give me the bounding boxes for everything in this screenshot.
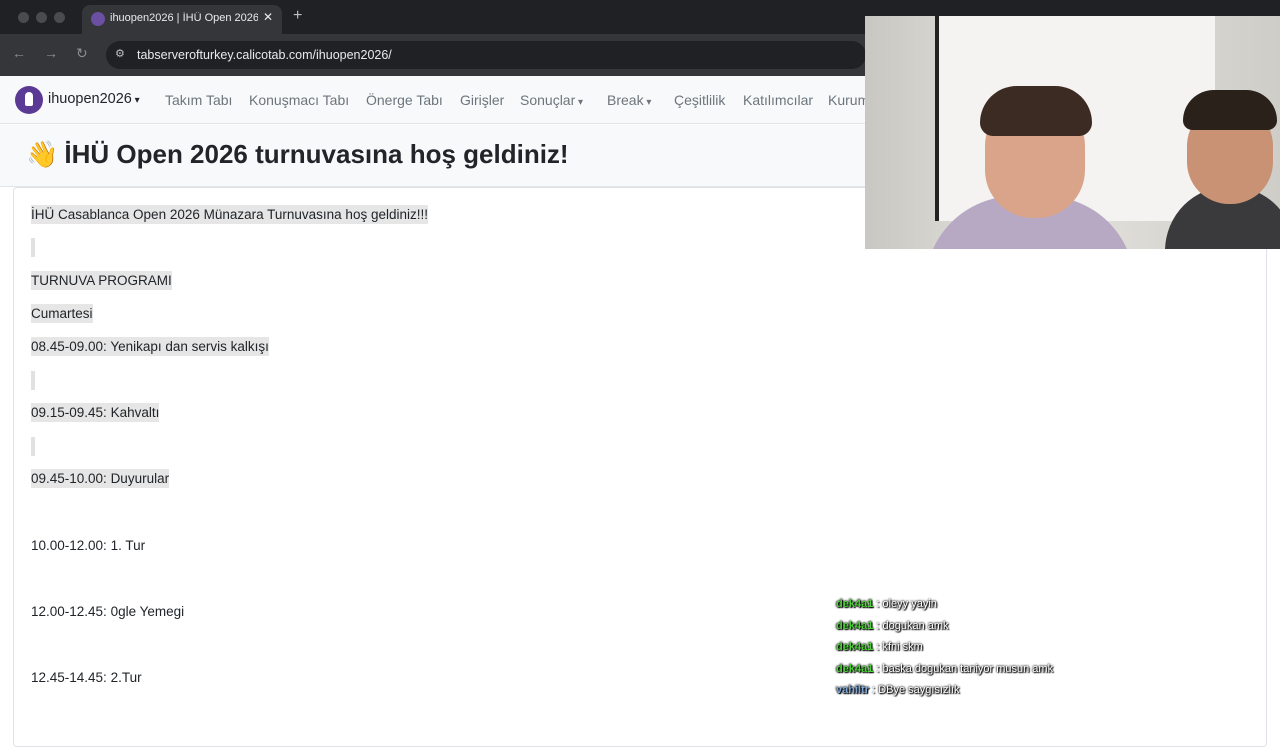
- chat-message: dek4a1 : oleyy yayin: [836, 598, 1256, 620]
- chat-message: dek4a1 : kfni skm: [836, 641, 1256, 663]
- window-close-button[interactable]: [18, 12, 29, 23]
- chat-text: : baska dogukan taniyor musun amk: [876, 662, 1054, 675]
- empty-line-marker: [31, 371, 35, 390]
- chat-message: vahiltr : DBye saygısızlık: [836, 684, 1256, 706]
- welcome-text: İHÜ Casablanca Open 2026 Münazara Turnuv…: [31, 205, 428, 224]
- chat-message: dek4a1 : baska dogukan taniyor musun amk: [836, 663, 1256, 685]
- chat-username: dek4a1: [836, 641, 874, 653]
- nav-entries[interactable]: Girişler: [460, 92, 504, 108]
- site-info-icon[interactable]: ⚙: [115, 47, 125, 60]
- schedule-item: 12.45-14.45: 2.Tur: [31, 670, 142, 685]
- page-title: 👋 İHÜ Open 2026 turnuvasına hoş geldiniz!: [26, 139, 569, 170]
- chat-text: : dogukan amk: [876, 619, 949, 632]
- chat-username: dek4a1: [836, 598, 874, 610]
- guest-person: [1165, 86, 1280, 249]
- nav-motion-tab[interactable]: Önerge Tabı: [366, 92, 443, 108]
- empty-line-marker: [31, 437, 35, 456]
- chat-text: : oleyy yayin: [876, 598, 937, 610]
- schedule-item: 08.45-09.00: Yenikapı dan servis kalkışı: [31, 337, 269, 356]
- chat-username: vahiltr: [836, 684, 870, 696]
- nav-participants[interactable]: Katılımcılar: [743, 92, 813, 108]
- browser-tab[interactable]: ihuopen2026 | İHÜ Open 2026 ✕: [82, 5, 282, 34]
- reload-button[interactable]: ↻: [76, 45, 88, 62]
- day-label: Cumartesi: [31, 304, 93, 323]
- new-tab-button[interactable]: +: [293, 7, 302, 25]
- nav-diversity[interactable]: Çeşitlilik: [674, 92, 725, 108]
- nav-speaker-tab[interactable]: Konuşmacı Tabı: [249, 92, 349, 108]
- schedule-item: 09.45-10.00: Duyurular: [31, 469, 170, 488]
- stream-chat-overlay: dek4a1 : oleyy yayin dek4a1 : dogukan am…: [836, 598, 1256, 706]
- nav-team-tab[interactable]: Takım Tabı: [165, 92, 232, 108]
- schedule-item: 09.15-09.45: Kahvaltı: [31, 403, 160, 422]
- chat-text: : kfni skm: [876, 641, 923, 653]
- page-title-text: İHÜ Open 2026 turnuvasına hoş geldiniz!: [64, 139, 569, 169]
- chat-message: dek4a1 : dogukan amk: [836, 620, 1256, 642]
- streamer-person: [925, 86, 1135, 249]
- forward-button[interactable]: →: [44, 45, 58, 61]
- window-minimize-button[interactable]: [36, 12, 47, 23]
- window-maximize-button[interactable]: [54, 12, 65, 23]
- tab-favicon-icon: [91, 12, 105, 26]
- waving-hand-icon: 👋: [26, 139, 59, 169]
- webcam-overlay: [865, 16, 1280, 249]
- tab-close-icon[interactable]: ✕: [263, 10, 273, 24]
- schedule-item: 10.00-12.00: 1. Tur: [31, 538, 146, 553]
- tournament-logo-icon[interactable]: [15, 86, 43, 114]
- nav-break-dropdown[interactable]: Break: [607, 92, 651, 108]
- empty-line-marker: [31, 238, 35, 257]
- address-bar[interactable]: ⚙ tabserverofturkey.calicotab.com/ihuope…: [106, 41, 866, 69]
- url-text[interactable]: tabserverofturkey.calicotab.com/ihuopen2…: [137, 48, 392, 62]
- chat-username: dek4a1: [836, 662, 874, 675]
- chat-text: : DBye saygısızlık: [872, 684, 960, 696]
- nav-institutions[interactable]: Kurum: [828, 92, 869, 108]
- program-heading: TURNUVA PROGRAMI: [31, 271, 172, 290]
- chat-username: dek4a1: [836, 619, 874, 632]
- schedule-item: 12.00-12.45: 0gle Yemegi: [31, 604, 185, 619]
- tab-title: ihuopen2026 | İHÜ Open 2026: [110, 12, 258, 24]
- brand-dropdown[interactable]: ihuopen2026: [48, 91, 140, 107]
- back-button[interactable]: ←: [12, 45, 26, 61]
- nav-results-dropdown[interactable]: Sonuçlar: [520, 92, 583, 108]
